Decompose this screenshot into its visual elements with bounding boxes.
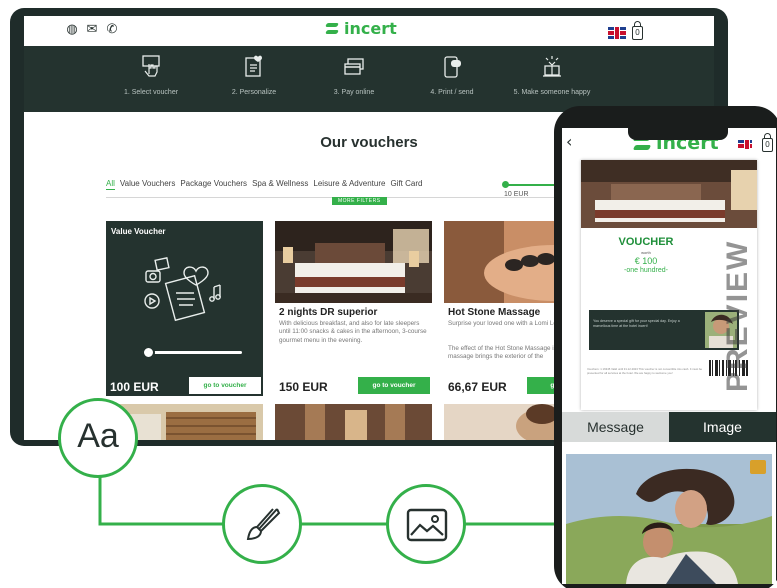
phone-editor-tabs: Message Image — [562, 412, 776, 442]
voucher-message: You deserve a special gift for your spec… — [593, 319, 680, 328]
voucher-hotel-photo — [581, 160, 757, 228]
voucher-fine-print: Vouchers: 1 16345 Valid until 31.12.2023… — [587, 367, 703, 375]
mobile-phone: ‹ incert 0 VOUCHER worth € 100 -one hund… — [554, 106, 777, 588]
phone-screen: ‹ incert 0 VOUCHER worth € 100 -one hund… — [562, 128, 776, 584]
tab-message[interactable]: Message — [562, 412, 669, 442]
image-tool-button[interactable] — [386, 484, 466, 564]
voucher-amount-words: -one hundred- — [624, 267, 668, 274]
font-tool-label: Aa — [77, 417, 119, 455]
image-icon — [406, 508, 448, 542]
voucher-message-band: You deserve a special gift for your spec… — [589, 310, 739, 350]
voucher-amount: € 100 — [634, 256, 658, 266]
voucher-preview: VOUCHER worth € 100 -one hundred- You de… — [581, 160, 757, 410]
phone-notch — [628, 128, 728, 140]
voucher-worth-label: worth — [641, 250, 651, 255]
cart-bag-icon[interactable]: 0 — [762, 133, 773, 152]
brush-icon — [246, 508, 281, 541]
uk-flag-icon[interactable] — [738, 140, 752, 149]
preview-watermark: PREVIEW — [721, 239, 754, 392]
back-arrow-icon[interactable]: ‹ — [566, 132, 572, 151]
tab-image[interactable]: Image — [669, 412, 776, 442]
edit-image-button[interactable] — [750, 460, 766, 474]
brush-tool-button[interactable] — [222, 484, 302, 564]
voucher-title: VOUCHER — [618, 236, 674, 248]
uploaded-couple-photo[interactable] — [566, 454, 772, 584]
font-tool-button[interactable]: Aa — [58, 398, 138, 478]
